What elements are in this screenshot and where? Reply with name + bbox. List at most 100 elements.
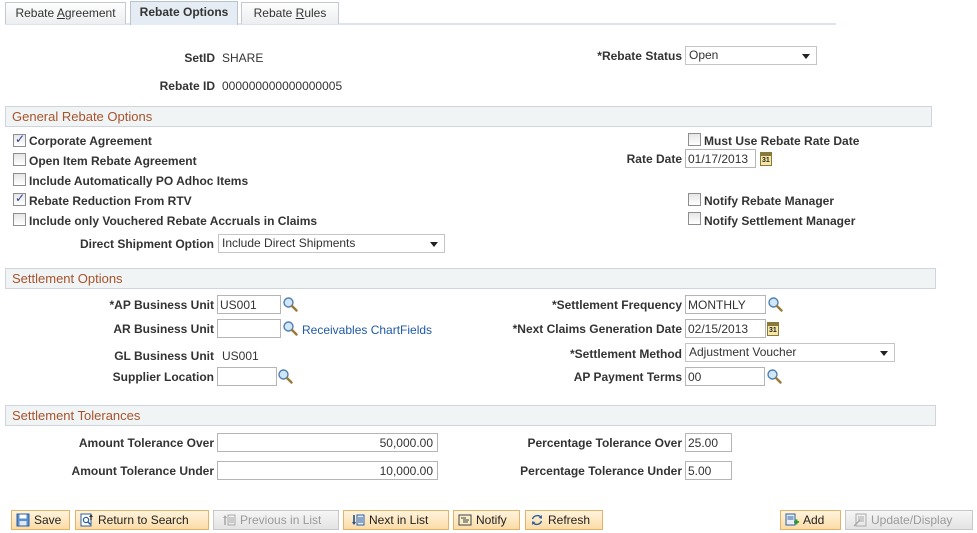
tab-rebate-agreement[interactable]: Rebate Agreement [5,2,126,24]
previous-in-list-label: Previous in List [240,513,322,527]
setid-value: SHARE [222,51,264,65]
rebate-id-value: 000000000000000005 [222,79,343,93]
section-settlement-options: Settlement Options [5,268,936,289]
tab-label: Rebate [253,6,296,20]
setid-label: SetID [184,51,215,65]
direct-shipment-select[interactable]: Include Direct Shipments [218,234,445,253]
rebate-id-label: Rebate ID [159,79,215,93]
lookup-icon[interactable] [766,368,782,384]
amount-tolerance-under-input[interactable] [217,461,438,480]
add-icon [785,513,799,527]
rate-date-label: Rate Date [626,152,682,166]
save-label: Save [34,513,62,527]
calendar-icon[interactable]: 31 [760,152,772,166]
tab-rebate-options[interactable]: Rebate Options [130,1,238,25]
next-in-list-label: Next in List [369,513,429,527]
tab-label: ules [304,6,327,20]
amount-tolerance-over-label: Amount Tolerance Over [78,436,214,450]
tab-accelerator: A [56,6,65,20]
notify-rebate-manager-label: Notify Rebate Manager [704,194,835,208]
return-to-search-icon [80,513,94,527]
ar-business-unit-label: AR Business Unit [113,322,214,336]
update-display-button[interactable]: Update/Display [845,510,973,530]
tab-label: Rebate Options [139,5,229,19]
open-item-rebate-checkbox[interactable] [13,153,26,166]
amount-tolerance-over-input[interactable] [217,433,438,452]
ap-business-unit-input[interactable] [217,295,281,314]
include-vouchered-accruals-label: Include only Vouchered Rebate Accruals i… [29,214,318,228]
rebate-reduction-rtv-label: Rebate Reduction From RTV [29,194,192,208]
direct-shipment-value: Include Direct Shipments [222,236,356,250]
percentage-tolerance-over-label: Percentage Tolerance Over [527,436,682,450]
settlement-method-label: *Settlement Method [569,347,682,361]
settlement-method-select[interactable]: Adjustment Voucher [685,343,895,362]
amount-tolerance-under-label: Amount Tolerance Under [71,464,214,478]
notify-button[interactable]: Notify [453,510,520,530]
add-label: Add [803,513,825,527]
refresh-label: Refresh [548,513,591,527]
supplier-location-label: Supplier Location [112,370,214,384]
settlement-frequency-label: *Settlement Frequency [551,298,682,312]
lookup-icon[interactable] [767,296,783,312]
next-in-list-button[interactable]: Next in List [343,510,449,530]
refresh-icon [530,513,544,527]
section-settlement-tolerances: Settlement Tolerances [5,405,936,426]
corporate-agreement-label: Corporate Agreement [29,134,152,148]
include-po-adhoc-label: Include Automatically PO Adhoc Items [29,174,249,188]
return-to-search-label: Return to Search [98,513,189,527]
settlement-method-value: Adjustment Voucher [689,345,797,359]
direct-shipment-label: Direct Shipment Option [79,237,214,251]
save-button[interactable]: Save [11,510,70,530]
percentage-tolerance-under-input[interactable] [685,461,732,480]
lookup-icon[interactable] [282,296,298,312]
ar-business-unit-input[interactable] [217,319,281,338]
notify-rebate-manager-checkbox[interactable] [688,193,701,206]
update-display-icon [853,513,867,527]
must-use-rate-date-label: Must Use Rebate Rate Date [704,134,860,148]
lookup-icon[interactable] [277,368,293,384]
section-title: Settlement Tolerances [12,408,141,423]
notify-icon [458,513,472,527]
tab-rebate-rules[interactable]: Rebate Rules [241,2,339,24]
include-po-adhoc-checkbox[interactable] [13,173,26,186]
tab-label: Rebate [15,6,57,20]
corporate-agreement-checkbox[interactable] [13,132,26,147]
chevron-down-icon [802,54,810,59]
supplier-location-input[interactable] [217,367,277,386]
rebate-status-select[interactable]: Open [685,46,817,65]
refresh-button[interactable]: Refresh [525,510,603,530]
percentage-tolerance-over-input[interactable] [685,433,732,452]
update-display-label: Update/Display [871,513,953,527]
calendar-icon[interactable]: 31 [767,322,779,336]
rate-date-input[interactable] [685,149,756,168]
previous-in-list-button[interactable]: Previous in List [213,510,339,530]
settlement-frequency-input[interactable] [685,295,766,314]
gl-business-unit-label: GL Business Unit [114,349,214,363]
previous-in-list-icon [222,513,236,527]
next-in-list-icon [351,513,365,527]
chevron-down-icon [430,242,438,247]
return-to-search-button[interactable]: Return to Search [75,510,209,530]
section-general-rebate-options: General Rebate Options [5,106,932,127]
notify-label: Notify [476,513,507,527]
gl-business-unit-value: US001 [222,349,259,363]
receivables-chartfields-link[interactable]: Receivables ChartFields [302,323,432,337]
next-claims-date-label: *Next Claims Generation Date [512,322,682,336]
rebate-reduction-rtv-checkbox[interactable] [13,191,26,206]
chevron-down-icon [880,351,888,356]
ap-payment-terms-label: AP Payment Terms [573,370,682,384]
save-icon [16,513,30,527]
rebate-status-label: *Rebate Status [597,49,682,63]
add-button[interactable]: Add [780,510,841,530]
ap-business-unit-label: *AP Business Unit [109,298,214,312]
notify-settlement-manager-checkbox[interactable] [688,212,701,225]
lookup-icon[interactable] [282,320,298,336]
calendar-icon-text: 31 [762,157,770,164]
rebate-status-value: Open [689,48,719,62]
must-use-rate-date-checkbox[interactable] [688,133,701,146]
ap-payment-terms-input[interactable] [685,367,765,386]
include-vouchered-accruals-checkbox[interactable] [13,213,26,226]
section-title: Settlement Options [12,271,123,286]
percentage-tolerance-under-label: Percentage Tolerance Under [520,464,682,478]
next-claims-date-input[interactable] [685,319,766,338]
